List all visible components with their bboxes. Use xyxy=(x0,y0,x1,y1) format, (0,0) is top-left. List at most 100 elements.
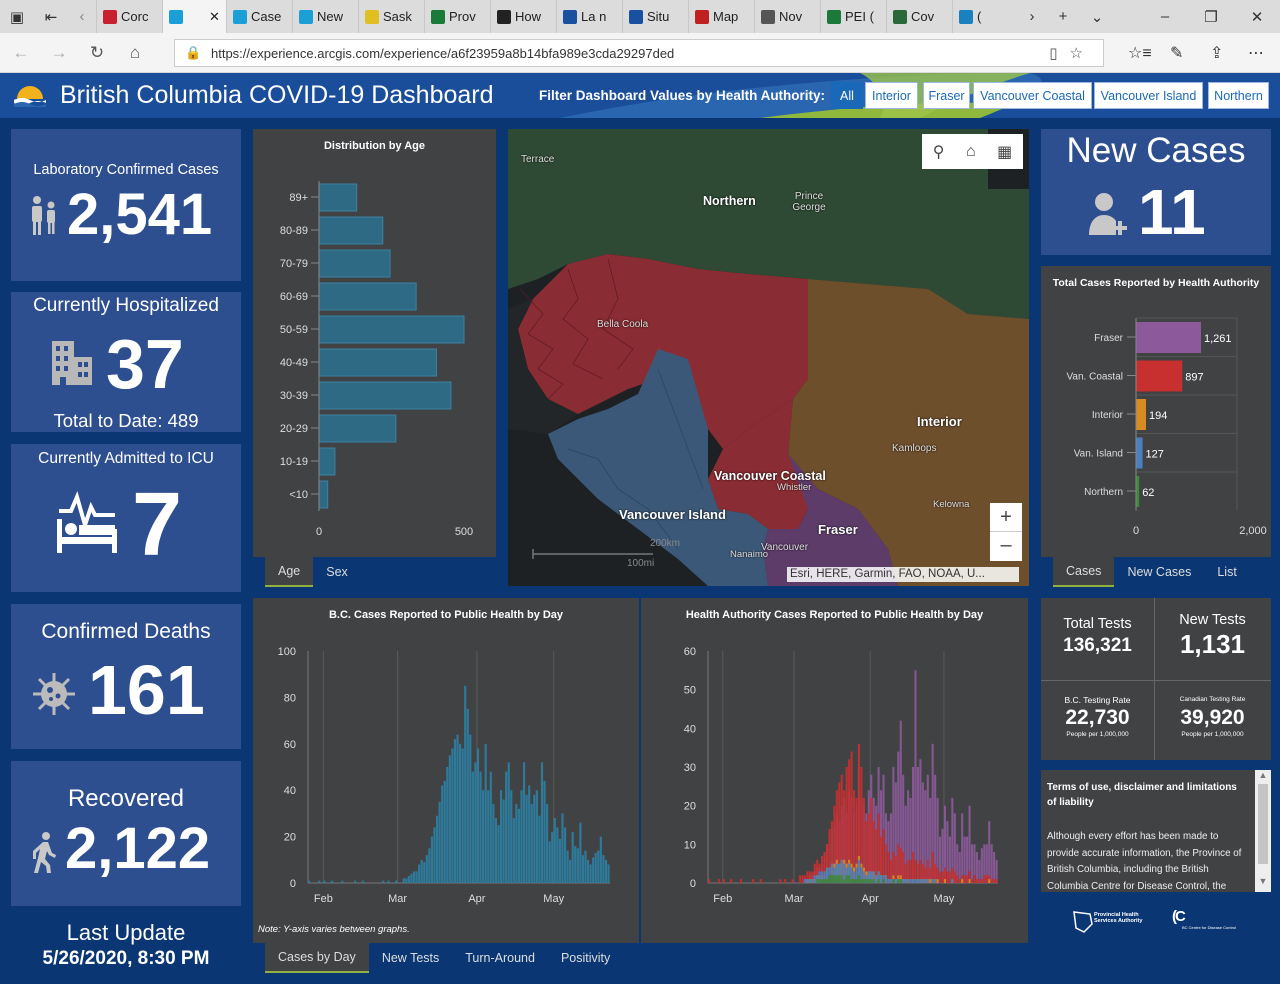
browser-tab[interactable]: ( xyxy=(952,0,1018,33)
daily-bar xyxy=(489,771,492,883)
more-menu-icon[interactable]: ⋯ xyxy=(1248,33,1264,73)
filter-button-fraser[interactable]: Fraser xyxy=(923,82,970,109)
browser-tab[interactable]: Cov xyxy=(886,0,952,33)
favorites-hub-icon[interactable]: ☆≡ xyxy=(1128,33,1152,73)
daily-bar xyxy=(597,850,600,883)
daily-bar xyxy=(469,734,472,883)
health-authority-map[interactable]: Terrace Northern Prince George Bella Coola I… xyxy=(508,129,1029,586)
map-home-icon[interactable]: ⌂ xyxy=(966,143,976,161)
scroll-thumb[interactable] xyxy=(1258,784,1268,864)
filter-label: Filter Dashboard Values by Health Author… xyxy=(539,88,826,103)
daily-bar xyxy=(983,875,986,883)
filter-button-all[interactable]: All xyxy=(831,82,863,109)
favorite-star-icon[interactable]: ☆ xyxy=(1070,45,1095,62)
tab-positivity[interactable]: Positivity xyxy=(548,943,623,973)
browser-tab[interactable]: Nov xyxy=(754,0,820,33)
map-canvas[interactable] xyxy=(508,129,1029,586)
daily-bar xyxy=(407,876,410,883)
tab-cases-by-day[interactable]: Cases by Day xyxy=(265,943,369,973)
tab-age[interactable]: Age xyxy=(265,557,314,587)
filter-button-interior[interactable]: Interior xyxy=(865,82,918,109)
y-tick-label: 20 xyxy=(284,832,296,844)
close-tab-icon[interactable]: ✕ xyxy=(209,9,220,25)
daily-bar xyxy=(838,875,841,883)
url-field[interactable]: 🔒 https://experience.arcgis.com/experien… xyxy=(174,39,1104,67)
share-icon[interactable]: ⇪ xyxy=(1210,33,1223,73)
daily-bar xyxy=(497,825,500,883)
tab-label: Map xyxy=(713,9,739,24)
disclaimer-title: Terms of use, disclaimer and limitations… xyxy=(1047,782,1237,808)
ha-value-label: 1,261 xyxy=(1204,333,1232,345)
browser-tab[interactable]: ✕ xyxy=(162,0,226,33)
zoom-in-button[interactable]: + xyxy=(990,503,1022,532)
daily-bar xyxy=(946,871,949,883)
browser-tab[interactable]: Map xyxy=(688,0,754,33)
daily-bar xyxy=(412,871,416,883)
daily-bar xyxy=(988,879,991,883)
daily-bar xyxy=(722,879,725,883)
disclaimer-scrollbar[interactable]: ▲ ▼ xyxy=(1255,770,1271,892)
phsa-logo-text: Provincial Health Services Authority xyxy=(1094,912,1143,924)
daily-bar xyxy=(433,827,436,883)
scroll-tabs-right-icon[interactable]: › xyxy=(1018,0,1046,33)
map-qr-icon[interactable]: ▦ xyxy=(997,142,1012,162)
virus-icon xyxy=(33,673,75,715)
browser-tab[interactable]: Sask xyxy=(358,0,424,33)
browser-tab[interactable]: New xyxy=(292,0,358,33)
filter-button-vancouver-island[interactable]: Vancouver Island xyxy=(1094,82,1203,109)
map-label: Vancouver Coastal xyxy=(714,469,826,483)
filter-button-northern[interactable]: Northern xyxy=(1208,82,1269,109)
browser-tab[interactable]: La n xyxy=(556,0,622,33)
browser-tab[interactable]: PEI ( xyxy=(820,0,886,33)
daily-bar xyxy=(451,748,454,883)
tab-actions-icon[interactable]: ▣ xyxy=(0,0,34,33)
filter-button-vancouver-coastal[interactable]: Vancouver Coastal xyxy=(973,82,1092,109)
tab-favicon-icon xyxy=(959,9,973,24)
browser-tab[interactable]: How xyxy=(490,0,556,33)
restore-icon[interactable]: ❐ xyxy=(1188,0,1234,33)
set-aside-tabs-icon[interactable]: ⇤ xyxy=(34,0,68,33)
browser-tab[interactable]: Situ xyxy=(622,0,688,33)
scroll-down-icon[interactable]: ▼ xyxy=(1255,876,1271,890)
reading-view-icon[interactable]: ▯ xyxy=(1049,45,1069,62)
new-tests-value: 1,131 xyxy=(1179,629,1246,659)
zoom-out-button[interactable]: – xyxy=(990,532,1022,561)
tab-new-tests[interactable]: New Tests xyxy=(369,943,452,973)
tab-sex[interactable]: Sex xyxy=(313,557,361,587)
new-tab-icon[interactable]: + xyxy=(1046,0,1080,33)
map-label: Kelowna xyxy=(933,499,970,510)
map-attribution: Esri, HERE, Garmin, FAO, NOAA, U... xyxy=(787,567,1019,582)
browser-tab[interactable]: Corc xyxy=(96,0,162,33)
daily-bar xyxy=(845,875,848,883)
tab-new-cases[interactable]: New Cases xyxy=(1114,557,1204,587)
web-note-icon[interactable]: ✎ xyxy=(1170,33,1183,73)
scroll-tabs-left-icon[interactable]: ‹ xyxy=(68,0,96,33)
browser-tab[interactable]: Case xyxy=(226,0,292,33)
scroll-up-icon[interactable]: ▲ xyxy=(1255,770,1271,784)
minimize-icon[interactable]: – xyxy=(1142,0,1188,33)
daily-bar xyxy=(970,879,974,883)
back-icon[interactable]: ← xyxy=(2,33,40,73)
forward-icon[interactable]: → xyxy=(40,33,78,73)
tab-list[interactable]: List xyxy=(1204,557,1249,587)
daily-bar xyxy=(517,808,521,883)
tab-label: Corc xyxy=(121,9,149,24)
refresh-icon[interactable]: ↻ xyxy=(78,33,116,73)
browser-tab[interactable]: Prov xyxy=(424,0,490,33)
close-window-icon[interactable]: ✕ xyxy=(1234,0,1280,33)
tab-cases[interactable]: Cases xyxy=(1053,557,1115,587)
tab-turn-around[interactable]: Turn-Around xyxy=(452,943,548,973)
last-update-block: Last Update 5/26/2020, 8:30 PM xyxy=(11,918,241,978)
ha-value-label: 897 xyxy=(1185,372,1203,384)
daily-bar xyxy=(430,836,434,883)
daily-bar xyxy=(599,836,602,883)
tab-list-chevron-icon[interactable]: ⌄ xyxy=(1080,0,1114,33)
daily-bar xyxy=(894,879,897,883)
ha-category-label: Van. Island xyxy=(1074,449,1123,460)
daily-bar xyxy=(418,864,421,883)
home-icon[interactable]: ⌂ xyxy=(116,33,154,73)
y-tick-label: 50 xyxy=(684,685,696,697)
hospitalized-value: 37 xyxy=(106,325,184,403)
map-search-icon[interactable]: ⚲ xyxy=(933,142,945,162)
daily-bar xyxy=(446,767,449,883)
